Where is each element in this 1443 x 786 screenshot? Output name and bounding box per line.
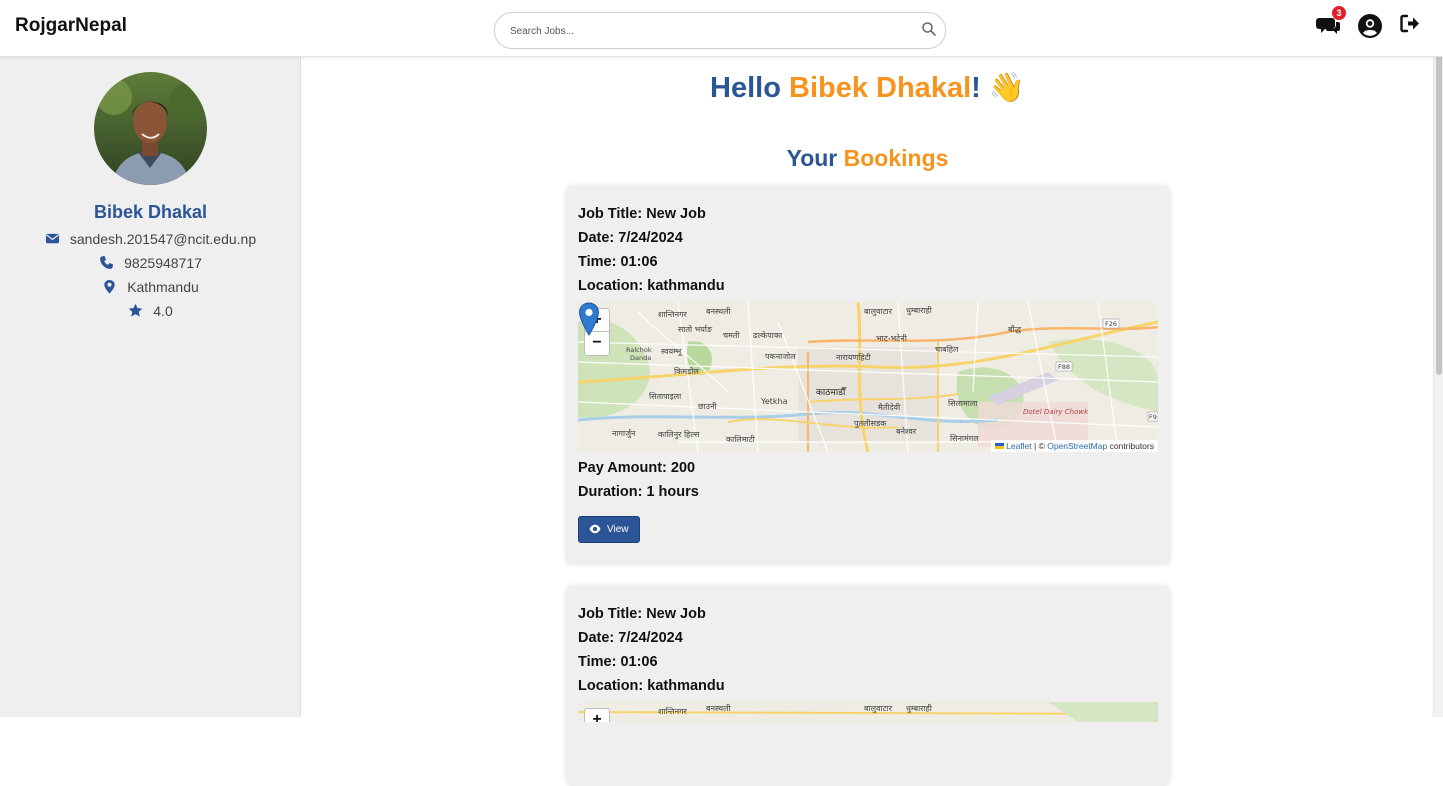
star-icon	[128, 303, 143, 317]
svg-text:धुम्बाराही: धुम्बाराही	[906, 703, 933, 714]
profile-rating: 4.0	[153, 303, 173, 319]
svg-text:Yetkha: Yetkha	[760, 397, 788, 406]
booking-job-title: Job Title: New Job	[578, 206, 706, 222]
svg-text:Ralchok: Ralchok	[626, 346, 652, 354]
logout-button[interactable]	[1399, 13, 1425, 39]
map-pin-icon[interactable]	[578, 302, 600, 336]
booking-map[interactable]: शान्तिनगर बनस्थली बालुवाटार धुम्बाराही स…	[578, 302, 1158, 452]
search-bar[interactable]	[494, 12, 946, 49]
map-attribution: Leaflet | © OpenStreetMap contributors	[991, 440, 1158, 452]
greeting-heading: Hello Bibek Dhakal! 👋	[302, 71, 1433, 105]
booking-card: Job Title: New Job Date: 7/24/2024 Time:…	[566, 586, 1170, 786]
map-tiles: शान्तिनगर बनस्थली बालुवाटार धुम्बाराही	[578, 702, 1158, 722]
booking-card: Job Title: New Job Date: 7/24/2024 Time:…	[566, 186, 1170, 564]
svg-text:शान्तिनगर: शान्तिनगर	[658, 706, 688, 716]
user-circle-icon	[1358, 14, 1382, 38]
main-content: Hello Bibek Dhakal! 👋 Your Bookings Job …	[302, 57, 1433, 786]
svg-text:Danda: Danda	[630, 354, 651, 362]
bookings-title-a: Your	[786, 145, 838, 171]
message-count-badge: 3	[1332, 6, 1346, 20]
map-marker-icon	[104, 279, 115, 294]
page-scrollbar[interactable]	[1433, 0, 1443, 717]
profile-email: sandesh.201547@ncit.edu.np	[69, 231, 257, 247]
profile-email-row: sandesh.201547@ncit.edu.np	[0, 231, 301, 247]
phone-icon	[100, 255, 114, 269]
svg-text:पुतलीसडक: पुतलीसडक	[854, 418, 887, 429]
svg-text:सिनामंगल: सिनामंगल	[950, 433, 979, 443]
booking-job-title: Job Title: New Job	[578, 606, 706, 622]
booking-date: Date: 7/24/2024	[578, 230, 683, 246]
bookings-title-b: Bookings	[843, 145, 949, 171]
profile-location-row: Kathmandu	[0, 279, 301, 295]
svg-text:बनस्थली: बनस्थली	[706, 306, 731, 316]
svg-text:धुम्बाराही: धुम्बाराही	[906, 305, 933, 316]
svg-text:मैतीदेवी: मैतीदेवी	[878, 402, 901, 412]
svg-text:सिलामाला: सिलामाला	[948, 398, 978, 408]
booking-map[interactable]: शान्तिनगर बनस्थली बालुवाटार धुम्बाराही +	[578, 702, 1158, 722]
svg-text:नारायणहिटी: नारायणहिटी	[836, 352, 872, 362]
svg-text:बौद्ध: बौद्ध	[1008, 324, 1022, 334]
svg-text:शान्तिनगर: शान्तिनगर	[658, 309, 688, 319]
view-button[interactable]: View	[578, 516, 640, 543]
map-zoom-in-button[interactable]: +	[584, 708, 610, 722]
booking-time: Time: 01:06	[578, 654, 658, 670]
svg-text:F9: F9	[1149, 413, 1157, 421]
svg-text:किमडोल: किमडोल	[674, 366, 699, 376]
profile-sidebar: Bibek Dhakal sandesh.201547@ncit.edu.np …	[0, 57, 301, 717]
svg-text:बालुवाटार: बालुवाटार	[864, 307, 893, 317]
greeting-suffix: ! 👋	[971, 72, 1025, 104]
svg-text:कालिमाटी: कालिमाटी	[726, 434, 756, 444]
svg-text:पकनाजोल: पकनाजोल	[765, 351, 796, 361]
svg-text:नागार्जुन: नागार्जुन	[612, 428, 636, 439]
profile-button[interactable]	[1357, 13, 1383, 39]
booking-location: Location: kathmandu	[578, 678, 725, 694]
search-input[interactable]	[510, 22, 910, 40]
booking-location: Location: kathmandu	[578, 278, 725, 294]
profile-phone: 9825948717	[124, 255, 202, 271]
svg-text:F26: F26	[1105, 320, 1117, 328]
svg-text:कालिनुर हिल्स: कालिनुर हिल्स	[658, 429, 700, 440]
svg-text:सितापाइला: सितापाइला	[649, 391, 682, 401]
profile-rating-row: 4.0	[0, 303, 301, 319]
svg-text:बनेश्वर: बनेश्वर	[896, 426, 917, 436]
booking-pay: Pay Amount: 200	[578, 460, 696, 476]
messages-button[interactable]: 3	[1316, 6, 1346, 38]
svg-text:Dotel Dairy Chowk: Dotel Dairy Chowk	[1023, 408, 1089, 416]
svg-text:ढल्केपाका: ढल्केपाका	[753, 330, 783, 340]
svg-text:चाबहिल: चाबहिल	[935, 344, 959, 354]
svg-text:काठमाडौँ: काठमाडौँ	[816, 386, 847, 398]
ukraine-flag-icon	[995, 443, 1005, 449]
top-navbar: RojgarNepal 3	[0, 0, 1443, 57]
view-button-label: View	[607, 524, 629, 535]
booking-time: Time: 01:06	[578, 254, 658, 270]
envelope-icon	[45, 233, 59, 244]
map-tiles: शान्तिनगर बनस्थली बालुवाटार धुम्बाराही स…	[578, 302, 1158, 452]
profile-location: Kathmandu	[127, 279, 199, 295]
svg-text:स्वयम्भू: स्वयम्भू	[661, 347, 683, 357]
greeting-name: Bibek Dhakal	[789, 72, 972, 104]
attribution-separator: | ©	[1031, 441, 1048, 451]
profile-name: Bibek Dhakal	[93, 202, 208, 222]
profile-phone-row: 9825948717	[0, 255, 301, 271]
svg-text:भाट-भटेनी: भाट-भटेनी	[876, 333, 908, 343]
svg-text:सातो भर्याङ: सातो भर्याङ	[678, 324, 713, 334]
osm-link[interactable]: OpenStreetMap	[1047, 441, 1107, 451]
scrollbar-thumb[interactable]	[1436, 15, 1442, 375]
svg-text:छाउनी: छाउनी	[698, 401, 718, 411]
booking-date: Date: 7/24/2024	[578, 630, 683, 646]
attribution-tail: contributors	[1107, 441, 1154, 451]
booking-duration: Duration: 1 hours	[578, 484, 699, 500]
sign-out-icon	[1400, 14, 1419, 33]
eye-icon	[589, 524, 601, 534]
greeting-prefix: Hello	[710, 72, 781, 104]
bookings-title: Your Bookings	[302, 145, 1433, 172]
leaflet-link[interactable]: Leaflet	[1006, 441, 1032, 451]
svg-text:बालुवाटार: बालुवाटार	[864, 704, 893, 714]
svg-text:चमती: चमती	[723, 330, 740, 340]
search-icon[interactable]	[921, 21, 937, 37]
svg-text:बनस्थली: बनस्थली	[706, 703, 731, 713]
brand-logo[interactable]: RojgarNepal	[15, 15, 127, 37]
svg-text:F88: F88	[1058, 363, 1070, 371]
avatar	[94, 72, 207, 185]
